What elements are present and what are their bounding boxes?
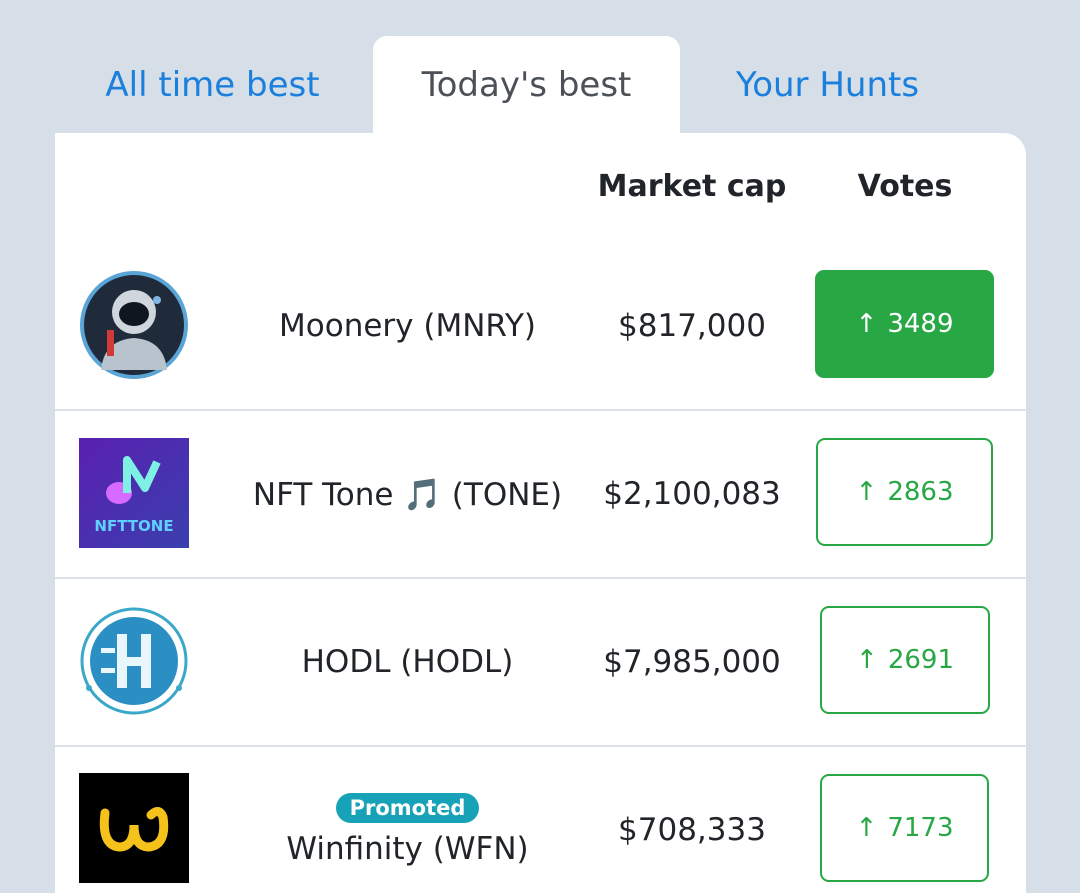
coin-name-text[interactable]: HODL (HODL)	[302, 644, 514, 680]
astronaut-logo-icon	[79, 270, 189, 380]
coin-name[interactable]: NFT Tone 🎵 (TONE)	[235, 411, 580, 577]
table-header: Market cap Votes	[55, 133, 1026, 243]
tab-all-time-best[interactable]: All time best	[55, 36, 370, 134]
coin-name[interactable]: Promoted Winfinity (WFN)	[235, 747, 580, 893]
table-row[interactable]: Moonery (MNRY) $817,000 ↑ 3489	[55, 243, 1026, 411]
coin-name[interactable]: HODL (HODL)	[235, 579, 580, 745]
tab-todays-best[interactable]: Today's best	[373, 36, 680, 134]
arrow-up-icon: ↑	[855, 813, 878, 843]
vote-count: 7173	[887, 813, 954, 843]
tab-bar: All time best Today's best Your Hunts	[55, 36, 1026, 134]
vote-button[interactable]: ↑ 2863	[816, 438, 993, 546]
market-cap-value: $708,333	[618, 812, 766, 848]
coin-name-text[interactable]: Winfinity (WFN)	[286, 831, 528, 867]
table-row[interactable]: Promoted Winfinity (WFN) $708,333 ↑ 7173	[55, 747, 1026, 893]
header-market-cap: Market cap	[597, 169, 787, 204]
table-row[interactable]: NFTTONE NFT Tone 🎵 (TONE) $2,100,083 ↑ 28…	[55, 411, 1026, 579]
coin-name[interactable]: Moonery (MNRY)	[235, 243, 580, 409]
tab-your-hunts[interactable]: Your Hunts	[680, 36, 975, 134]
coin-name-text[interactable]: NFT Tone 🎵 (TONE)	[253, 476, 562, 513]
vote-button[interactable]: ↑ 7173	[820, 774, 989, 882]
table-row[interactable]: HODL (HODL) $7,985,000 ↑ 2691	[55, 579, 1026, 747]
winfinity-logo-icon	[79, 773, 189, 883]
hodl-logo-icon	[79, 606, 189, 716]
market-cap-value: $7,985,000	[603, 644, 781, 680]
vote-count: 2863	[887, 477, 954, 507]
ranking-table: Market cap Votes Moonery (MNRY) $817,000…	[55, 133, 1026, 893]
vote-button[interactable]: ↑ 2691	[820, 606, 990, 714]
header-votes: Votes	[857, 169, 953, 204]
arrow-up-icon: ↑	[855, 309, 878, 339]
vote-button[interactable]: ↑ 3489	[815, 270, 994, 378]
svg-text:NFTTONE: NFTTONE	[94, 517, 173, 535]
promoted-badge: Promoted	[335, 793, 480, 823]
market-cap-value: $817,000	[618, 308, 766, 344]
vote-count: 3489	[887, 309, 954, 339]
nfttone-logo-icon: NFTTONE	[79, 438, 189, 548]
vote-count: 2691	[887, 645, 954, 675]
market-cap-value: $2,100,083	[603, 476, 781, 512]
coin-name-text[interactable]: Moonery (MNRY)	[279, 308, 536, 344]
arrow-up-icon: ↑	[855, 477, 878, 507]
arrow-up-icon: ↑	[856, 645, 878, 675]
